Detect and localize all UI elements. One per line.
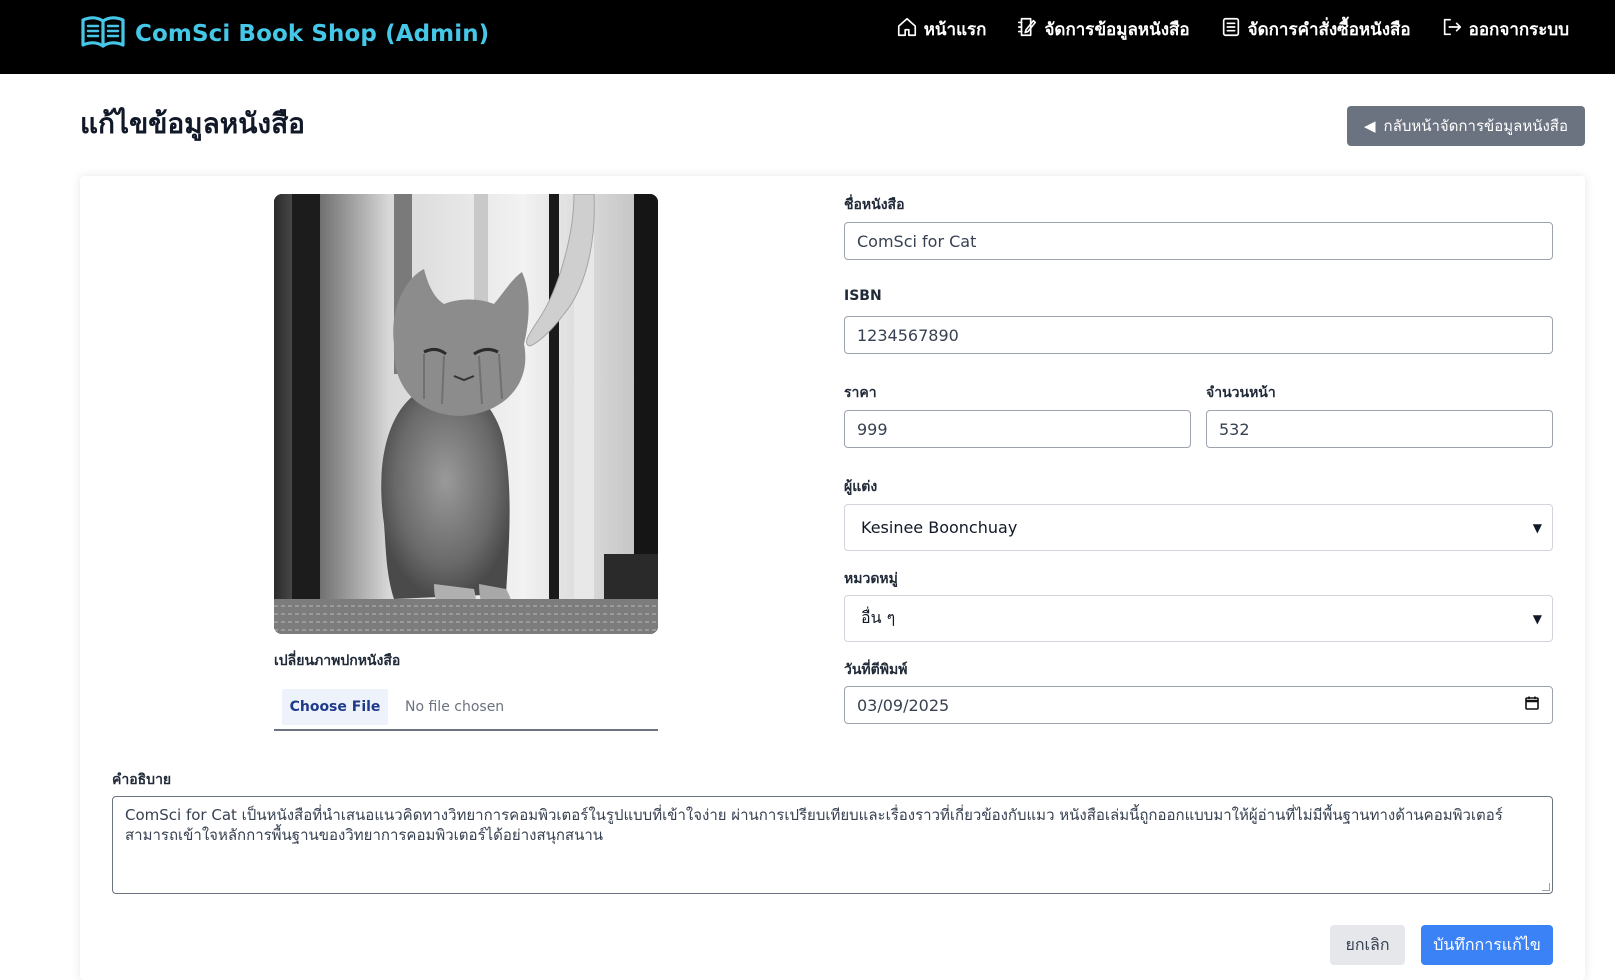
page-count-label: จำนวนหน้า <box>1206 385 1276 401</box>
publish-date-value: 03/09/2025 <box>857 695 950 715</box>
nav-home-label: หน้าแรก <box>923 20 987 40</box>
brand-title: ComSci Book Shop (Admin) <box>135 21 490 47</box>
open-book-icon <box>80 14 126 54</box>
back-button-label: กลับหน้าจัดการข้อมูลหนังสือ <box>1383 117 1568 135</box>
file-status-text: No file chosen <box>405 698 505 715</box>
brand[interactable]: ComSci Book Shop (Admin) <box>80 14 489 54</box>
top-navbar: ComSci Book Shop (Admin) หน้าแรก จัดการข… <box>0 0 1615 74</box>
price-label: ราคา <box>844 385 877 401</box>
choose-file-button[interactable]: Choose File <box>282 688 388 725</box>
category-selected-value: อื่น ๆ <box>861 608 896 627</box>
nav-logout[interactable]: ออกจากระบบ <box>1441 16 1569 43</box>
logout-icon <box>1441 16 1463 43</box>
description-label: คำอธิบาย <box>112 772 172 788</box>
isbn-input[interactable]: 1234567890 <box>844 316 1553 354</box>
caret-left-icon: ◀ <box>1364 117 1376 135</box>
chevron-down-icon: ▼ <box>1532 520 1542 535</box>
book-name-value: ComSci for Cat <box>857 231 977 251</box>
nav-manage-books[interactable]: จัดการข้อมูลหนังสือ <box>1016 16 1190 43</box>
main-nav: หน้าแรก จัดการข้อมูลหนังสือ จัดการคำสั่ง… <box>896 16 1569 43</box>
nav-manage-orders[interactable]: จัดการคำสั่งซื้อหนังสือ <box>1220 16 1411 43</box>
save-changes-button[interactable]: บันทึกการแก้ไข <box>1421 925 1553 965</box>
price-input[interactable]: 999 <box>844 410 1191 448</box>
page-title: แก้ไขข้อมูลหนังสือ <box>80 107 305 140</box>
nav-manage-books-label: จัดการข้อมูลหนังสือ <box>1044 20 1190 40</box>
resize-handle-icon[interactable] <box>1542 883 1550 891</box>
description-value: ComSci for Cat เป็นหนังสือที่นำเสนอแนวคิ… <box>125 806 1503 844</box>
cancel-button[interactable]: ยกเลิก <box>1330 925 1405 965</box>
author-label: ผู้แต่ง <box>844 479 878 495</box>
isbn-label: ISBN <box>844 288 882 304</box>
list-document-icon <box>1220 16 1242 43</box>
cover-file-input[interactable]: Choose File No file chosen <box>274 684 658 731</box>
book-cover-image <box>274 194 658 634</box>
page-count-input[interactable]: 532 <box>1206 410 1553 448</box>
author-select[interactable]: Kesinee Boonchuay ▼ <box>844 504 1553 551</box>
price-value: 999 <box>857 419 888 439</box>
description-textarea[interactable]: ComSci for Cat เป็นหนังสือที่นำเสนอแนวคิ… <box>112 796 1553 894</box>
back-to-book-management-button[interactable]: ◀ กลับหน้าจัดการข้อมูลหนังสือ <box>1347 106 1585 146</box>
author-selected-value: Kesinee Boonchuay <box>861 518 1018 537</box>
isbn-value: 1234567890 <box>857 325 959 345</box>
category-select[interactable]: อื่น ๆ ▼ <box>844 595 1553 642</box>
category-label: หมวดหมู่ <box>844 571 898 587</box>
edit-notebook-icon <box>1016 16 1038 43</box>
cover-change-label: เปลี่ยนภาพปกหนังสือ <box>274 653 401 669</box>
calendar-icon[interactable] <box>1524 695 1540 715</box>
publish-date-input[interactable]: 03/09/2025 <box>844 686 1553 724</box>
page-count-value: 532 <box>1219 419 1250 439</box>
nav-logout-label: ออกจากระบบ <box>1468 20 1569 40</box>
nav-manage-orders-label: จัดการคำสั่งซื้อหนังสือ <box>1247 20 1411 40</box>
book-name-input[interactable]: ComSci for Cat <box>844 222 1553 260</box>
nav-home[interactable]: หน้าแรก <box>896 16 987 43</box>
chevron-down-icon: ▼ <box>1532 611 1542 626</box>
book-name-label: ชื่อหนังสือ <box>844 197 905 213</box>
home-icon <box>896 16 918 43</box>
publish-date-label: วันที่ตีพิมพ์ <box>844 662 908 678</box>
